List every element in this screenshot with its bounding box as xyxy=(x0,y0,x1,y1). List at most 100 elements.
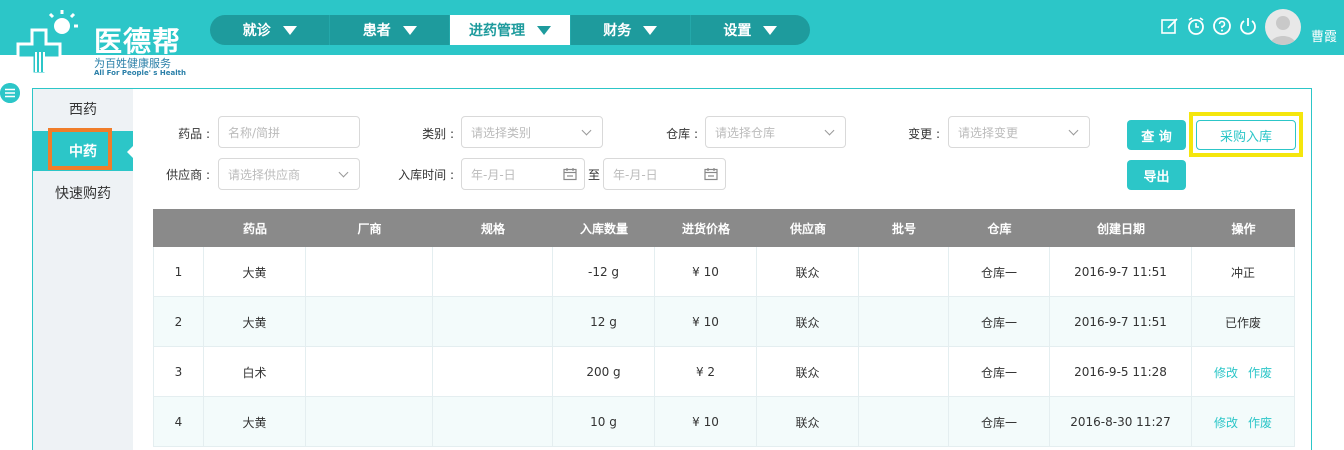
edit-icon[interactable] xyxy=(1160,16,1180,36)
active-indicator-arrow xyxy=(127,145,134,159)
sidebar-item-western-medicine[interactable]: 西药 xyxy=(33,89,133,129)
nav-item-settings[interactable]: 设置 xyxy=(691,15,810,45)
caret-down-icon xyxy=(282,25,297,35)
nav-item-patients[interactable]: 患者 xyxy=(330,15,451,45)
caret-down-icon xyxy=(537,25,551,35)
column-header: 入库数量 xyxy=(579,221,628,236)
cell-maker xyxy=(306,347,433,397)
cell-warehouse: 仓库一 xyxy=(949,297,1050,347)
change-select[interactable]: 请选择变更 xyxy=(948,116,1090,148)
cell-action-status: 已作废 xyxy=(1192,297,1295,347)
warehouse-select[interactable]: 请选择仓库 xyxy=(705,116,846,148)
supplier-select[interactable]: 请选择供应商 xyxy=(218,158,360,190)
help-icon[interactable] xyxy=(1212,16,1232,36)
cell-supplier: 联众 xyxy=(757,247,859,297)
column-header xyxy=(153,209,204,247)
cell-no: 1 xyxy=(153,247,204,297)
date-to-input[interactable]: 年-月-日 xyxy=(603,158,726,190)
cell-actions: 修改 作废 xyxy=(1192,397,1295,447)
cell-batch xyxy=(859,397,949,447)
nav-item-visit[interactable]: 就诊 xyxy=(210,15,331,45)
cell-maker xyxy=(306,247,433,297)
logo-name: 医德帮 xyxy=(94,25,182,58)
cell-action-status: 冲正 xyxy=(1192,247,1295,297)
query-button[interactable]: 查 询 xyxy=(1127,120,1186,150)
edit-link[interactable]: 修改 xyxy=(1214,364,1238,381)
nav-item-label: 财务 xyxy=(603,23,632,39)
cell-date: 2016-9-7 11:51 xyxy=(1050,297,1192,347)
highlight-box-orange xyxy=(48,128,112,170)
column-header: 创建日期 xyxy=(1096,221,1145,236)
stock-in-table: 药品 厂商 规格 入库数量 进货价格 供应商 批号 仓库 创建日期 操作 1 大… xyxy=(153,209,1295,447)
cell-supplier: 联众 xyxy=(757,297,859,347)
column-header: 规格 xyxy=(480,221,505,236)
cell-supplier: 联众 xyxy=(757,397,859,447)
sidebar-item-label: 西药 xyxy=(69,102,97,118)
cell-spec xyxy=(433,247,553,297)
caret-down-icon xyxy=(402,25,417,35)
cell-no: 3 xyxy=(153,347,204,397)
cell-batch xyxy=(859,247,949,297)
void-link[interactable]: 作废 xyxy=(1248,364,1272,381)
change-label: 变更 : xyxy=(908,127,940,141)
cell-spec xyxy=(433,347,553,397)
username[interactable]: 曹霞 xyxy=(1311,26,1337,45)
column-header: 仓库 xyxy=(987,221,1012,236)
column-header: 操作 xyxy=(1231,221,1256,236)
column-header: 进货价格 xyxy=(681,221,730,236)
cell-drug: 大黄 xyxy=(204,297,306,347)
table-row: 1 大黄 -12 g ¥ 10 联众 仓库一 2016-9-7 11:51 冲正 xyxy=(153,247,1295,297)
logo-mark-icon xyxy=(16,10,78,76)
cell-spec xyxy=(433,297,553,347)
edit-link[interactable]: 修改 xyxy=(1214,414,1238,431)
app-logo[interactable]: 医德帮 为百姓健康服务 All For People' s Health xyxy=(14,8,189,80)
cell-quantity: -12 g xyxy=(553,247,655,297)
cell-drug: 白术 xyxy=(204,347,306,397)
stock-in-time-label: 入库时间 : xyxy=(398,168,454,182)
cell-date: 2016-9-7 11:51 xyxy=(1050,247,1192,297)
alarm-clock-icon[interactable] xyxy=(1186,16,1206,36)
category-select[interactable]: 请选择类别 xyxy=(461,116,603,148)
cell-maker xyxy=(306,397,433,447)
table-header: 药品 厂商 规格 入库数量 进货价格 供应商 批号 仓库 创建日期 操作 xyxy=(153,209,1295,247)
cell-quantity: 200 g xyxy=(553,347,655,397)
menu-toggle-icon[interactable] xyxy=(0,83,20,103)
app-root: 医德帮 为百姓健康服务 All For People' s Health 就诊 … xyxy=(0,0,1344,450)
user-avatar-icon xyxy=(1270,16,1296,45)
date-range-separator: 至 xyxy=(587,168,600,182)
export-button[interactable]: 导出 xyxy=(1127,160,1186,190)
cell-drug: 大黄 xyxy=(204,247,306,297)
highlight-box-yellow xyxy=(1189,112,1303,157)
calendar-icon xyxy=(704,168,718,181)
nav-item-label: 就诊 xyxy=(242,23,271,39)
table-row: 4 大黄 10 g ¥ 10 联众 仓库一 2016-8-30 11:27 修改… xyxy=(153,397,1295,447)
power-icon[interactable] xyxy=(1238,16,1258,36)
cell-warehouse: 仓库一 xyxy=(949,397,1050,447)
nav-item-label: 患者 xyxy=(362,23,391,39)
cell-no: 2 xyxy=(153,297,204,347)
avatar[interactable] xyxy=(1265,9,1301,45)
void-link[interactable]: 作废 xyxy=(1248,414,1272,431)
cell-price: ¥ 10 xyxy=(655,297,757,347)
drug-search-placeholder: 名称/简拼 xyxy=(228,125,281,140)
category-label: 类别 : xyxy=(422,127,454,141)
nav-item-finance[interactable]: 财务 xyxy=(571,15,691,45)
sidebar-item-quick-purchase[interactable]: 快速购药 xyxy=(33,173,133,213)
column-header: 供应商 xyxy=(789,221,826,236)
cell-price: ¥ 10 xyxy=(655,397,757,447)
calendar-icon xyxy=(563,168,577,181)
caret-down-icon xyxy=(643,25,658,35)
column-header: 厂商 xyxy=(357,221,382,236)
date-from-input[interactable]: 年-月-日 xyxy=(461,158,585,190)
cell-drug: 大黄 xyxy=(204,397,306,447)
column-header: 批号 xyxy=(891,221,916,236)
nav-item-label: 进药管理 xyxy=(469,23,525,39)
drug-search-input[interactable]: 名称/简拼 xyxy=(218,116,360,148)
cell-maker xyxy=(306,297,433,347)
main-nav: 就诊 患者 进药管理 财务 设置 xyxy=(210,15,810,45)
sidebar-item-label: 快速购药 xyxy=(55,186,111,202)
nav-item-label: 设置 xyxy=(723,23,752,39)
nav-item-stock-management[interactable]: 进药管理 xyxy=(450,15,571,45)
cell-spec xyxy=(433,397,553,447)
top-header: 医德帮 为百姓健康服务 All For People' s Health 就诊 … xyxy=(0,0,1344,88)
